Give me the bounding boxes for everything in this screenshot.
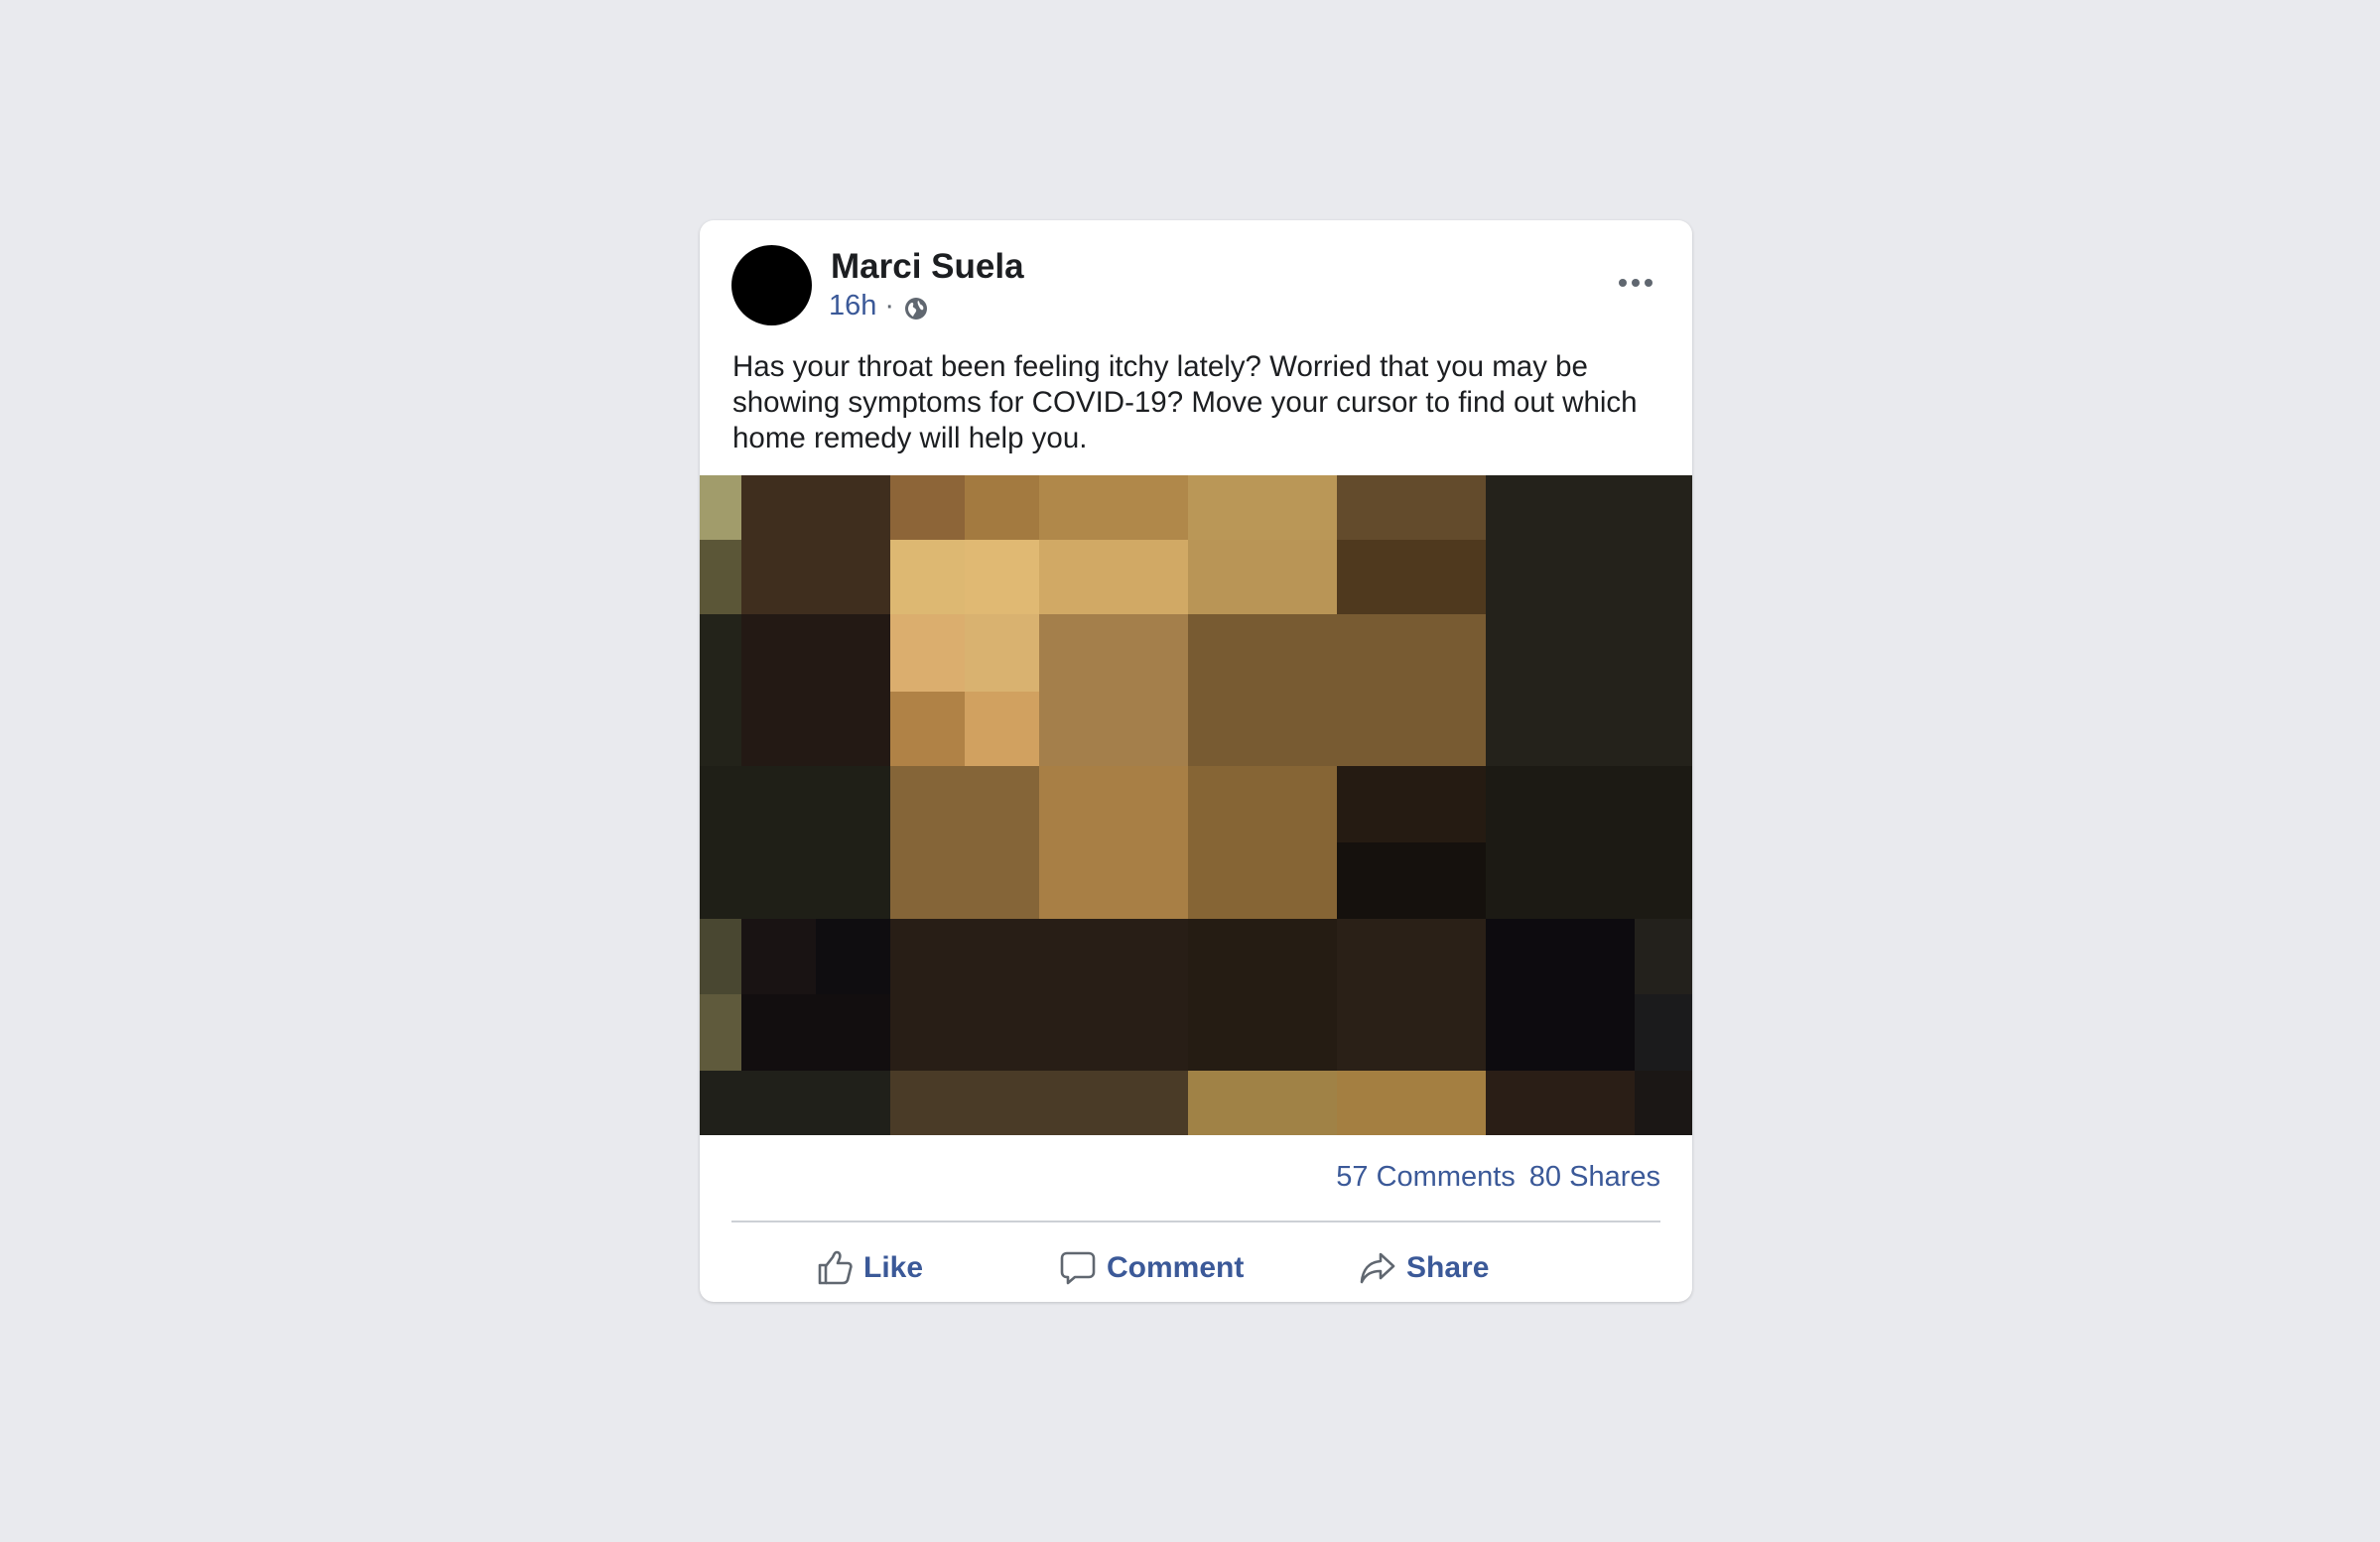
comment-bubble-icon [1060, 1251, 1096, 1285]
meta-separator: · [884, 290, 895, 321]
post-image[interactable] [700, 475, 1692, 1135]
thumbs-up-icon [818, 1250, 853, 1285]
avatar[interactable] [731, 245, 812, 325]
engagement-stats: 57 Comments 80 Shares [1336, 1159, 1660, 1195]
divider [731, 1221, 1660, 1222]
more-options-icon[interactable] [1611, 268, 1660, 298]
comment-button[interactable]: Comment [1059, 1242, 1244, 1294]
comment-label: Comment [1107, 1251, 1245, 1284]
globe-icon [904, 294, 928, 320]
post-card: Marci Suela 16h · Has your throat been f… [700, 220, 1692, 1302]
like-button[interactable]: Like [816, 1242, 923, 1294]
post-meta: 16h · [829, 288, 928, 323]
share-label: Share [1406, 1251, 1490, 1284]
post-timestamp[interactable]: 16h [829, 288, 876, 323]
like-label: Like [863, 1251, 924, 1284]
shares-count[interactable]: 80 Shares [1529, 1159, 1660, 1195]
share-arrow-icon [1360, 1252, 1395, 1284]
author-name[interactable]: Marci Suela [831, 246, 1024, 288]
share-button[interactable]: Share [1359, 1242, 1489, 1294]
post-text: Has your throat been feeling itchy latel… [732, 350, 1638, 454]
comments-count[interactable]: 57 Comments [1336, 1159, 1516, 1195]
